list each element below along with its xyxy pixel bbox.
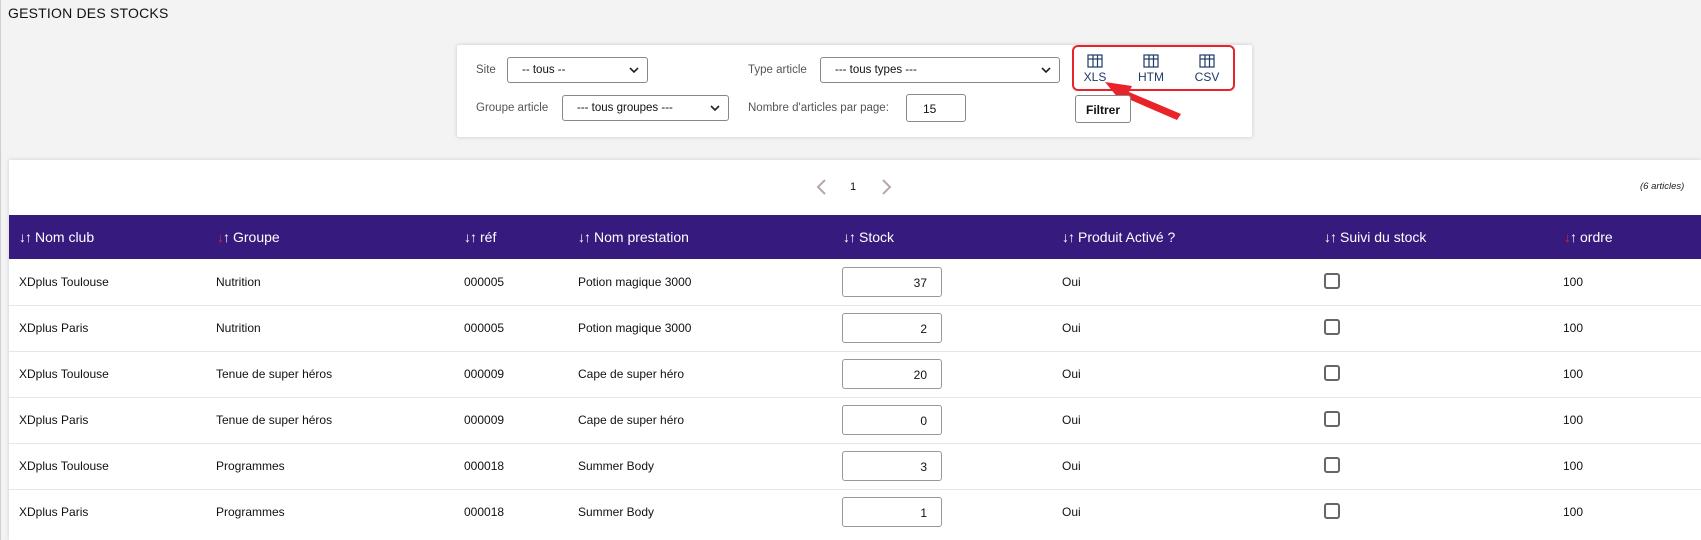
site-label: Site [476,64,496,76]
cell-produit-active: Oui [1062,459,1081,473]
stock-input[interactable]: 37 [842,267,942,297]
per-page-input[interactable]: 15 [906,94,966,122]
left-border [0,0,1,540]
sort-icon: ↓↑ [19,229,32,245]
cell-ordre: 100 [1563,505,1584,519]
stock-input[interactable]: 2 [842,313,942,343]
column-header-groupe[interactable]: ↓↑ Groupe [217,229,280,245]
column-header-ordre[interactable]: ↓↑ ordre [1564,229,1613,245]
cell-nom-prestation: Potion magique 3000 [578,321,692,335]
cell-nom-club: XDplus Paris [19,413,89,427]
cell-groupe: Programmes [216,505,285,519]
cell-nom-club: XDplus Paris [19,505,89,519]
suivi-stock-checkbox[interactable] [1324,319,1340,335]
cell-produit-active: Oui [1062,413,1081,427]
cell-nom-prestation: Cape de super héro [578,367,685,381]
sort-icon: ↓↑ [1564,229,1577,245]
chevron-down-icon [1041,67,1051,74]
cell-ref: 000018 [464,505,505,519]
column-header-produit-active[interactable]: ↓↑ Produit Activé ? [1062,229,1175,245]
cell-ordre: 100 [1563,275,1584,289]
table-icon [1199,54,1215,68]
sort-icon: ↓↑ [1062,229,1075,245]
cell-ordre: 100 [1563,413,1584,427]
export-csv-button[interactable]: CSV [1190,54,1224,84]
cell-ordre: 100 [1563,321,1584,335]
suivi-stock-checkbox[interactable] [1324,503,1340,519]
column-header-stock[interactable]: ↓↑ Stock [843,229,894,245]
site-select[interactable]: -- tous -- [507,57,648,83]
cell-nom-prestation: Summer Body [578,505,655,519]
page-title: GESTION DES STOCKS [8,5,169,21]
cell-ordre: 100 [1563,459,1584,473]
export-xls-label: XLS [1083,70,1107,84]
table-row: XDplus Paris Programmes 000018 Summer Bo… [9,489,1701,535]
suivi-stock-checkbox[interactable] [1324,365,1340,381]
site-select-value: -- tous -- [522,64,566,76]
cell-ref: 000005 [464,275,505,289]
cell-nom-club: XDplus Toulouse [19,459,109,473]
table-icon [1087,54,1103,68]
filter-button[interactable]: Filtrer [1075,95,1131,123]
cell-ref: 000005 [464,321,505,335]
column-header-ref[interactable]: ↓↑ réf [464,229,496,245]
suivi-stock-checkbox[interactable] [1324,273,1340,289]
chevron-down-icon [629,67,639,74]
cell-ref: 000018 [464,459,505,473]
export-csv-label: CSV [1194,70,1220,84]
cell-produit-active: Oui [1062,321,1081,335]
stock-input[interactable]: 20 [842,359,942,389]
cell-nom-prestation: Summer Body [578,459,655,473]
cell-nom-prestation: Cape de super héro [578,413,685,427]
table-row: XDplus Toulouse Tenue de super héros 000… [9,351,1701,398]
cell-groupe: Programmes [216,459,285,473]
suivi-stock-checkbox[interactable] [1324,457,1340,473]
table-row: XDplus Paris Tenue de super héros 000009… [9,397,1701,444]
article-count: (6 articles) [1640,181,1685,192]
cell-groupe: Nutrition [216,275,261,289]
chevron-down-icon [710,105,720,112]
cell-produit-active: Oui [1062,505,1081,519]
chevron-left-icon[interactable] [815,178,827,196]
table-header: ↓↑ Nom club ↓↑ Groupe ↓↑ réf ↓↑ Nom prestati… [9,215,1701,259]
current-page[interactable]: 1 [850,181,856,193]
column-header-suivi-du-stock[interactable]: ↓↑ Suivi du stock [1324,229,1426,245]
cell-nom-club: XDplus Toulouse [19,275,109,289]
groupe-article-select[interactable]: --- tous groupes --- [562,95,729,121]
cell-produit-active: Oui [1062,367,1081,381]
sort-icon: ↓↑ [843,229,856,245]
chevron-right-icon[interactable] [881,178,893,196]
cell-nom-club: XDplus Toulouse [19,367,109,381]
stock-input[interactable]: 3 [842,451,942,481]
groupe-article-select-value: --- tous groupes --- [577,102,673,114]
groupe-article-label: Groupe article [476,102,549,114]
type-article-select-value: --- tous types --- [835,64,917,76]
column-header-nom-prestation[interactable]: ↓↑ Nom prestation [578,229,689,245]
table-row: XDplus Toulouse Nutrition 000005 Potion … [9,259,1701,306]
cell-ref: 000009 [464,413,505,427]
table-row: XDplus Paris Nutrition 000005 Potion mag… [9,305,1701,352]
stock-input[interactable]: 1 [842,497,942,527]
per-page-label: Nombre d'articles par page: [748,102,889,114]
column-header-nom-club[interactable]: ↓↑ Nom club [19,229,94,245]
table-row: XDplus Toulouse Programmes 000018 Summer… [9,443,1701,490]
cell-groupe: Nutrition [216,321,261,335]
cell-ref: 000009 [464,367,505,381]
stock-input[interactable]: 0 [842,405,942,435]
type-article-select[interactable]: --- tous types --- [820,57,1060,83]
cell-nom-prestation: Potion magique 3000 [578,275,692,289]
table-icon [1143,54,1159,68]
cell-nom-club: XDplus Paris [19,321,89,335]
suivi-stock-checkbox[interactable] [1324,411,1340,427]
sort-icon: ↓↑ [217,229,230,245]
cell-produit-active: Oui [1062,275,1081,289]
sort-icon: ↓↑ [1324,229,1337,245]
sort-icon: ↓↑ [464,229,477,245]
type-article-label: Type article [748,64,807,76]
cell-groupe: Tenue de super héros [216,367,333,381]
cell-ordre: 100 [1563,367,1584,381]
cell-groupe: Tenue de super héros [216,413,333,427]
sort-icon: ↓↑ [578,229,591,245]
